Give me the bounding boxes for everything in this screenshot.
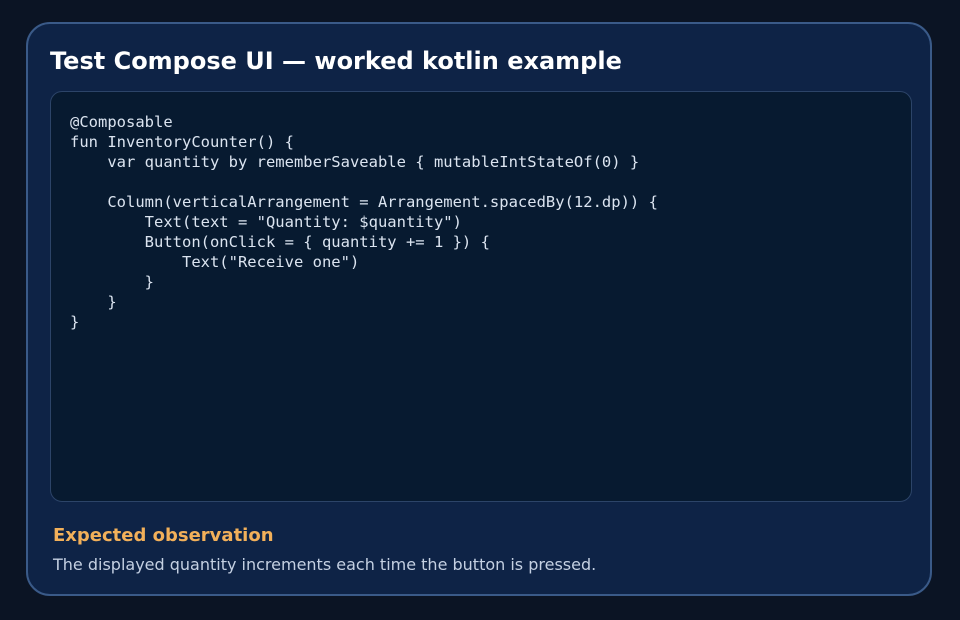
- example-card: Test Compose UI — worked kotlin example …: [26, 22, 932, 596]
- observation-text: The displayed quantity increments each t…: [53, 555, 597, 574]
- code-block: @Composable fun InventoryCounter() { var…: [50, 91, 912, 502]
- code-listing: @Composable fun InventoryCounter() { var…: [70, 113, 658, 331]
- page-title: Test Compose UI — worked kotlin example: [50, 47, 622, 75]
- observation-heading: Expected observation: [53, 525, 274, 546]
